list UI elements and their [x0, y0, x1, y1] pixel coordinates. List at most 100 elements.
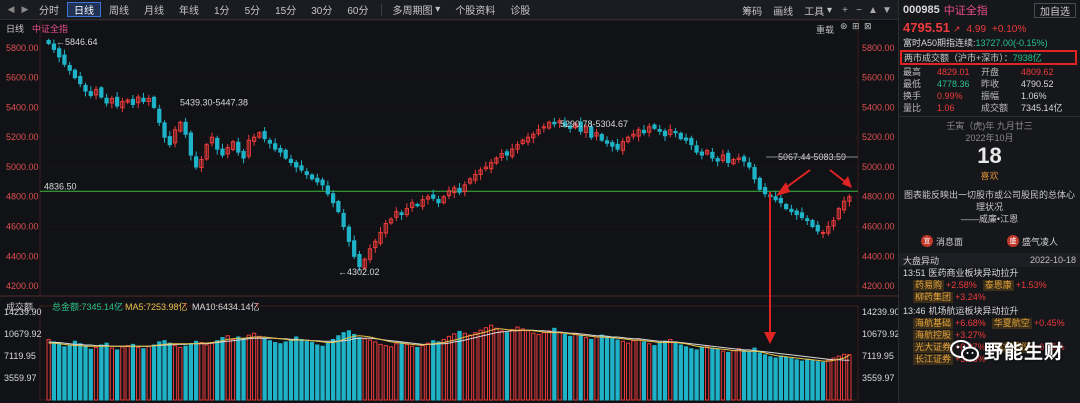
volume-bar [720, 350, 726, 401]
candle-body [67, 64, 72, 71]
volume-bar [404, 343, 409, 401]
stat-label: 最高 [903, 67, 922, 77]
volume-bar [315, 344, 320, 401]
alert-stock[interactable]: 泰恩康 +1.53% [982, 279, 1047, 291]
volume-bar [610, 337, 615, 401]
candle-body [715, 158, 720, 162]
volume-bar [283, 341, 288, 401]
alert-stock[interactable]: 药易购 +2.58% [913, 279, 977, 291]
volume-bar [573, 333, 578, 401]
candle-body [278, 148, 283, 153]
stat-label: 换手 [903, 91, 922, 101]
volume-bar [436, 341, 441, 401]
stat-value: 4829.01 [937, 67, 970, 77]
zoom-out-icon[interactable]: ⊛ [840, 21, 848, 32]
down-icon[interactable]: ▼ [880, 5, 894, 16]
annotation-range2: 5290.78-5304.67 [560, 119, 628, 129]
volume-bar [399, 342, 404, 401]
volume-bar [109, 347, 114, 401]
volume-bar [826, 359, 831, 401]
candle-body [457, 187, 462, 193]
expand-icon[interactable]: ⊞ [852, 21, 860, 32]
volume-bar [415, 346, 420, 401]
alert-stock[interactable]: 华夏航空 +0.45% [991, 317, 1065, 329]
add-watchlist-button[interactable]: 加自选 [1034, 3, 1076, 18]
draw-line-button[interactable]: 画线 [768, 3, 798, 18]
volume-bar [362, 338, 367, 401]
volume-bar [636, 338, 641, 401]
kline-chart[interactable]: 5800.00 5800.00 5600.00 5600.00 5400.00 5400.… [0, 20, 898, 403]
stat-label: 量比 [903, 103, 922, 113]
candle-body [104, 97, 109, 104]
period-tab-60min[interactable]: 60分 [340, 2, 375, 17]
a50-futures-line: 富时A50期指连续: 13727.00(-0.15%) [899, 36, 1080, 49]
multi-period-dropdown[interactable]: 多周期图 ▾ [386, 2, 448, 17]
candle-body [683, 137, 689, 141]
y-tick-label-left: 5800.00 [6, 43, 39, 53]
volume-bar [578, 335, 583, 401]
candle-body [747, 162, 752, 168]
mood-icon: 盛 [1006, 235, 1019, 247]
volume-ma5-label: MA5:7253.98亿 [125, 302, 188, 312]
volume-bar [752, 347, 757, 401]
volume-bar [346, 330, 352, 401]
period-tab-daily[interactable]: 日线 [67, 2, 101, 17]
chevron-down-icon: ▾ [435, 4, 441, 15]
alert-stock[interactable]: 柳药集团 +3.24% [913, 291, 986, 303]
up-icon[interactable]: ▲ [866, 5, 880, 16]
candle-body [283, 149, 288, 159]
period-tab-5min[interactable]: 5分 [238, 2, 268, 17]
kline-chart-svg[interactable]: 5800.00 5800.00 5600.00 5600.00 5400.00 5400.… [0, 20, 898, 403]
multi-period-label: 多周期图 [392, 6, 433, 17]
stat-label: 昨收 [981, 79, 1000, 89]
period-tab-30min[interactable]: 30分 [304, 2, 339, 17]
volume-bar [325, 342, 330, 401]
volume-bar [594, 336, 599, 401]
volume-bar [209, 342, 215, 401]
candle-body [778, 198, 784, 204]
stock-code: 000985 [903, 4, 940, 16]
y-tick-label-left: 5400.00 [6, 102, 39, 112]
alert-stock[interactable]: 海航基础 +6.68% [913, 317, 986, 329]
reload-link[interactable]: 重载 [816, 23, 834, 36]
period-tab-monthly[interactable]: 月线 [137, 2, 171, 17]
volume-bar [668, 338, 673, 401]
period-tab-timeshare[interactable]: 分时 [32, 2, 66, 17]
market-alert-item[interactable]: 13:46 机场航运板块异动拉升 海航基础 +6.68% 华夏航空 +0.45% 海航… [899, 305, 1080, 341]
diagnose-button[interactable]: 诊股 [503, 2, 537, 17]
candle-body [652, 124, 657, 129]
chip-button[interactable]: 筹码 [737, 3, 767, 18]
volume-bar [172, 345, 178, 401]
market-alert-item[interactable]: 13:51 医药商业板块异动拉升 药易购 +2.58% 泰恩康 +1.53% 柳药集团… [899, 267, 1080, 303]
period-tab-15min[interactable]: 15分 [268, 2, 303, 17]
volume-bar [431, 340, 436, 401]
candle-body [336, 201, 341, 213]
volume-down-arrow-icon: ↓ [116, 300, 121, 310]
period-tab-yearly[interactable]: 年线 [172, 2, 206, 17]
volume-bar [810, 359, 815, 401]
volume-bar [757, 352, 762, 401]
close-icon[interactable]: ⊠ [864, 21, 872, 32]
volume-bar [699, 346, 704, 401]
y-tick-label-right: 4200.00 [862, 281, 895, 291]
stock-info-button[interactable]: 个股资料 [448, 2, 502, 17]
volume-bar [847, 354, 852, 401]
volume-bar [762, 354, 768, 401]
period-tab-1min[interactable]: 1分 [207, 2, 237, 17]
chevron-left-icon[interactable]: ◀ [4, 3, 18, 17]
chevron-right-icon[interactable]: ▶ [18, 3, 32, 17]
stat-value: 1.06% [1021, 91, 1047, 101]
tools-dropdown[interactable]: 工具 ▾ [799, 3, 837, 18]
period-tab-weekly[interactable]: 周线 [102, 2, 136, 17]
volume-bar [673, 342, 678, 401]
minus-icon[interactable]: − [852, 5, 866, 16]
volume-bar [257, 335, 262, 401]
alert-stock-pct: +0.45% [1033, 318, 1065, 328]
volume-bar [710, 347, 715, 401]
mood-link[interactable]: 盛 盛气凌人 [1006, 235, 1058, 248]
volume-bar [552, 327, 557, 401]
news-link[interactable]: 宣 消息面 [920, 235, 963, 248]
plus-icon[interactable]: + [838, 5, 852, 16]
volume-bar [62, 346, 67, 401]
volume-bar [157, 341, 162, 401]
